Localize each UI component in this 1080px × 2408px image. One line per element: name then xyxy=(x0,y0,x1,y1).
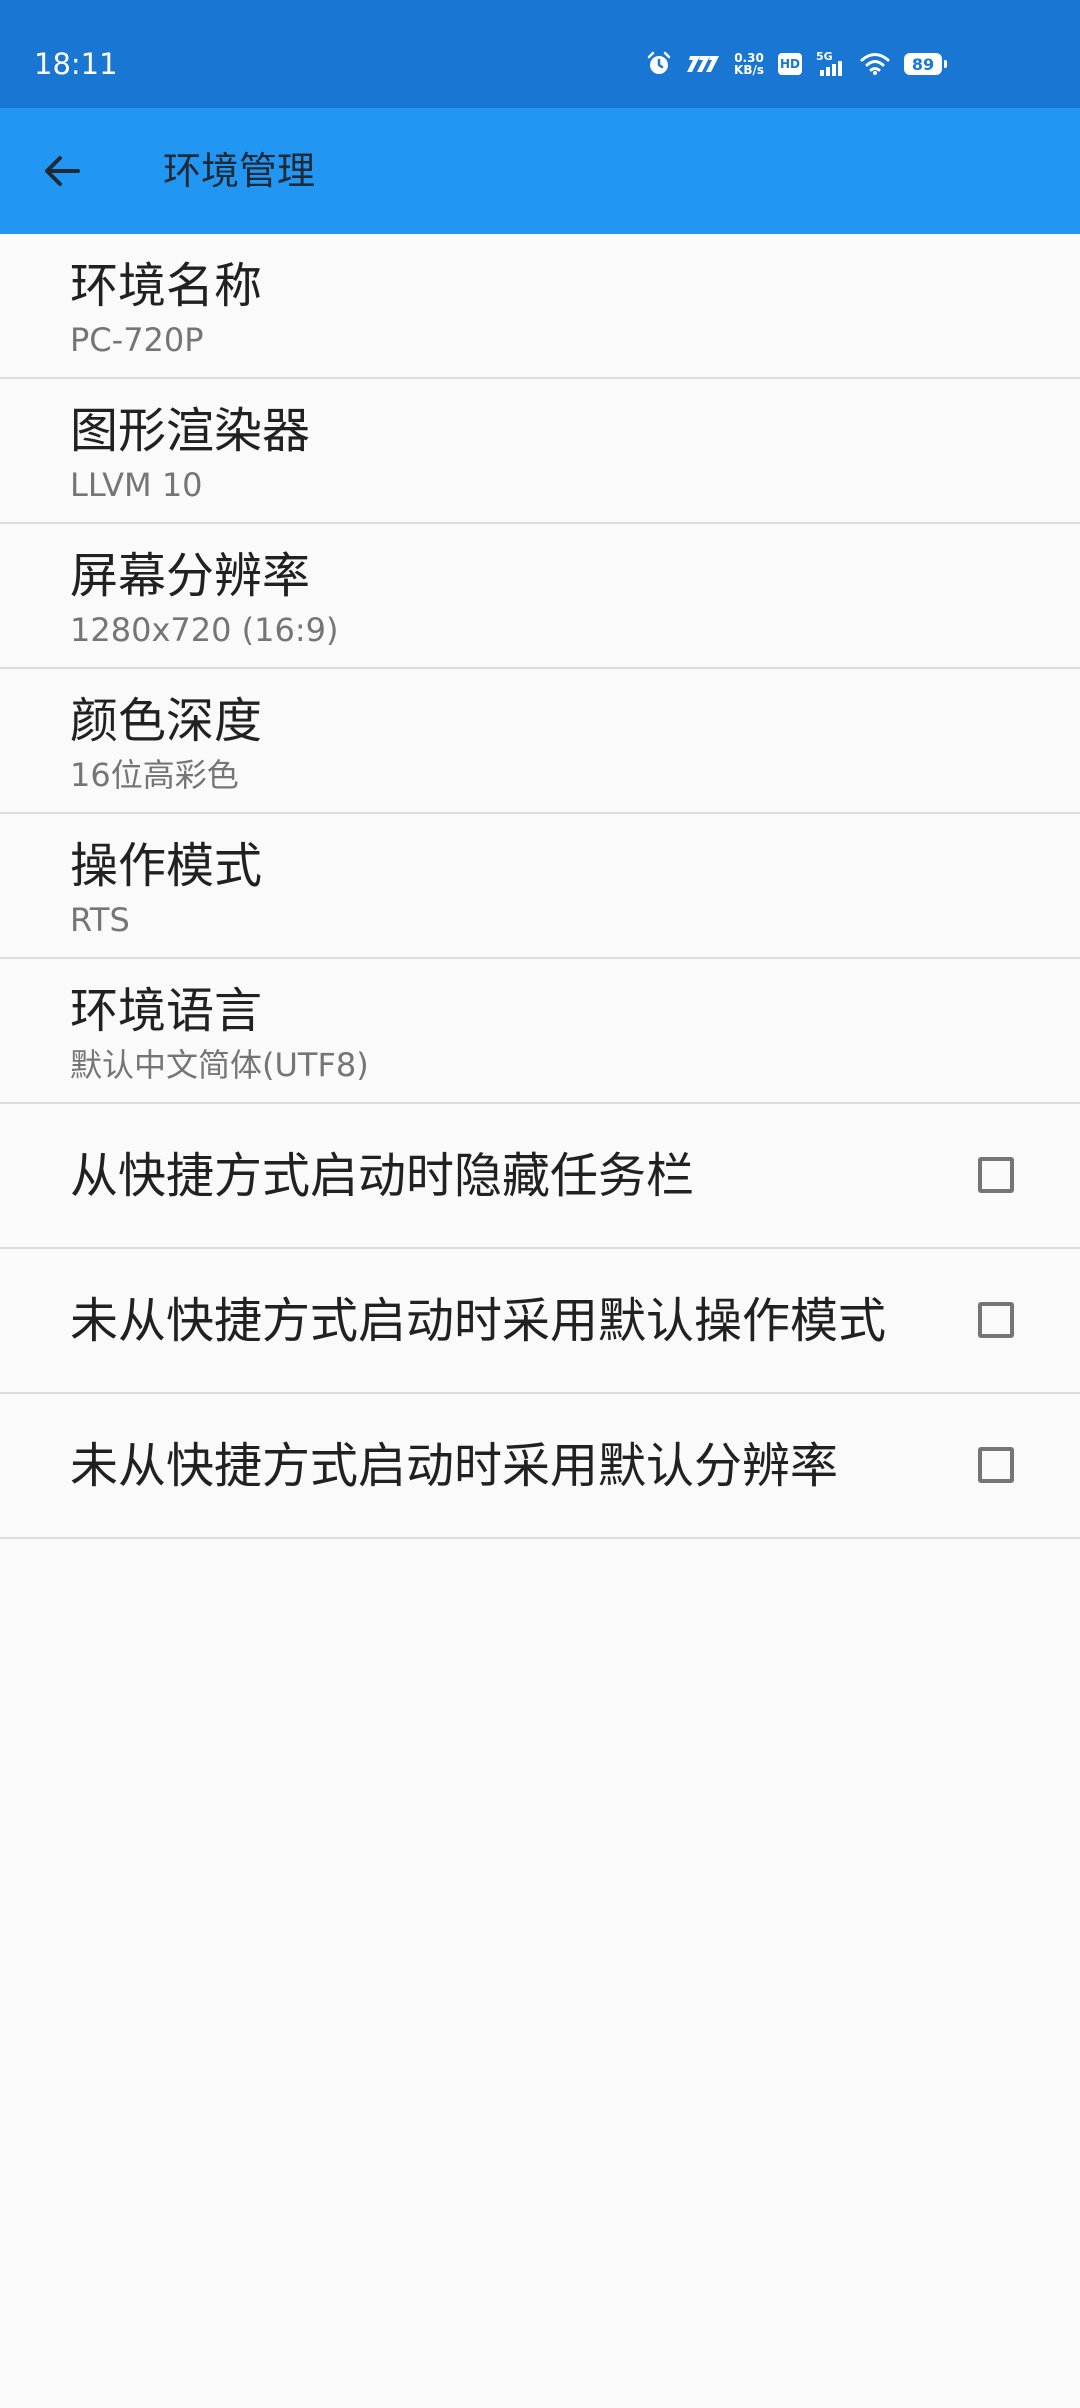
setting-summary: LLVM 10 xyxy=(70,466,203,504)
status-bar: 18:11 0.30 KB/s HD 5G 89 xyxy=(0,0,1080,108)
setting-summary: RTS xyxy=(70,901,130,939)
setting-title: 环境语言 xyxy=(70,983,263,1039)
setting-environment-language[interactable]: 环境语言 默认中文简体(UTF8) xyxy=(0,959,1080,1104)
page-title: 环境管理 xyxy=(163,149,316,193)
hd-badge: HD xyxy=(778,53,802,75)
status-time: 18:11 xyxy=(34,47,118,81)
setting-title: 图形渲染器 xyxy=(70,403,311,459)
setting-title: 未从快捷方式启动时采用默认操作模式 xyxy=(70,1293,887,1349)
default-operation-mode-checkbox[interactable] xyxy=(978,1302,1014,1338)
setting-operation-mode[interactable]: 操作模式 RTS xyxy=(0,814,1080,959)
setting-hide-taskbar[interactable]: 从快捷方式启动时隐藏任务栏 xyxy=(0,1104,1080,1249)
setting-title: 屏幕分辨率 xyxy=(70,548,311,604)
signal-label: 5G xyxy=(816,50,833,63)
setting-title: 从快捷方式启动时隐藏任务栏 xyxy=(70,1148,695,1204)
setting-color-depth[interactable]: 颜色深度 16位高彩色 xyxy=(0,669,1080,814)
setting-graphics-renderer[interactable]: 图形渲染器 LLVM 10 xyxy=(0,379,1080,524)
setting-summary: 1280x720 (16:9) xyxy=(70,611,339,649)
setting-default-resolution[interactable]: 未从快捷方式启动时采用默认分辨率 xyxy=(0,1394,1080,1539)
signal-bars-icon: 5G xyxy=(816,50,846,78)
default-resolution-checkbox[interactable] xyxy=(978,1447,1014,1483)
setting-summary: 16位高彩色 xyxy=(70,756,239,794)
wifi-icon xyxy=(860,52,890,76)
alarm-icon xyxy=(646,51,672,77)
settings-list: 环境名称 PC-720P 图形渲染器 LLVM 10 屏幕分辨率 1280x72… xyxy=(0,234,1080,1539)
setting-summary: 默认中文简体(UTF8) xyxy=(70,1046,369,1084)
setting-title: 环境名称 xyxy=(70,258,263,314)
status-icons: 0.30 KB/s HD 5G 89 xyxy=(646,46,947,82)
network-speed-unit: KB/s xyxy=(734,63,764,77)
setting-summary: PC-720P xyxy=(70,321,204,359)
setting-default-operation-mode[interactable]: 未从快捷方式启动时采用默认操作模式 xyxy=(0,1249,1080,1394)
app-bar: 环境管理 xyxy=(0,108,1080,234)
setting-screen-resolution[interactable]: 屏幕分辨率 1280x720 (16:9) xyxy=(0,524,1080,669)
hide-taskbar-checkbox[interactable] xyxy=(978,1157,1014,1193)
setting-title: 未从快捷方式启动时采用默认分辨率 xyxy=(70,1438,839,1494)
carrier-logo-icon xyxy=(686,54,720,74)
setting-environment-name[interactable]: 环境名称 PC-720P xyxy=(0,234,1080,379)
setting-title: 颜色深度 xyxy=(70,693,263,749)
arrow-left-icon xyxy=(45,156,80,186)
network-speed: 0.30 KB/s xyxy=(734,52,764,76)
back-button[interactable] xyxy=(22,131,102,211)
battery-icon: 89 xyxy=(904,53,947,75)
setting-title: 操作模式 xyxy=(70,838,263,894)
